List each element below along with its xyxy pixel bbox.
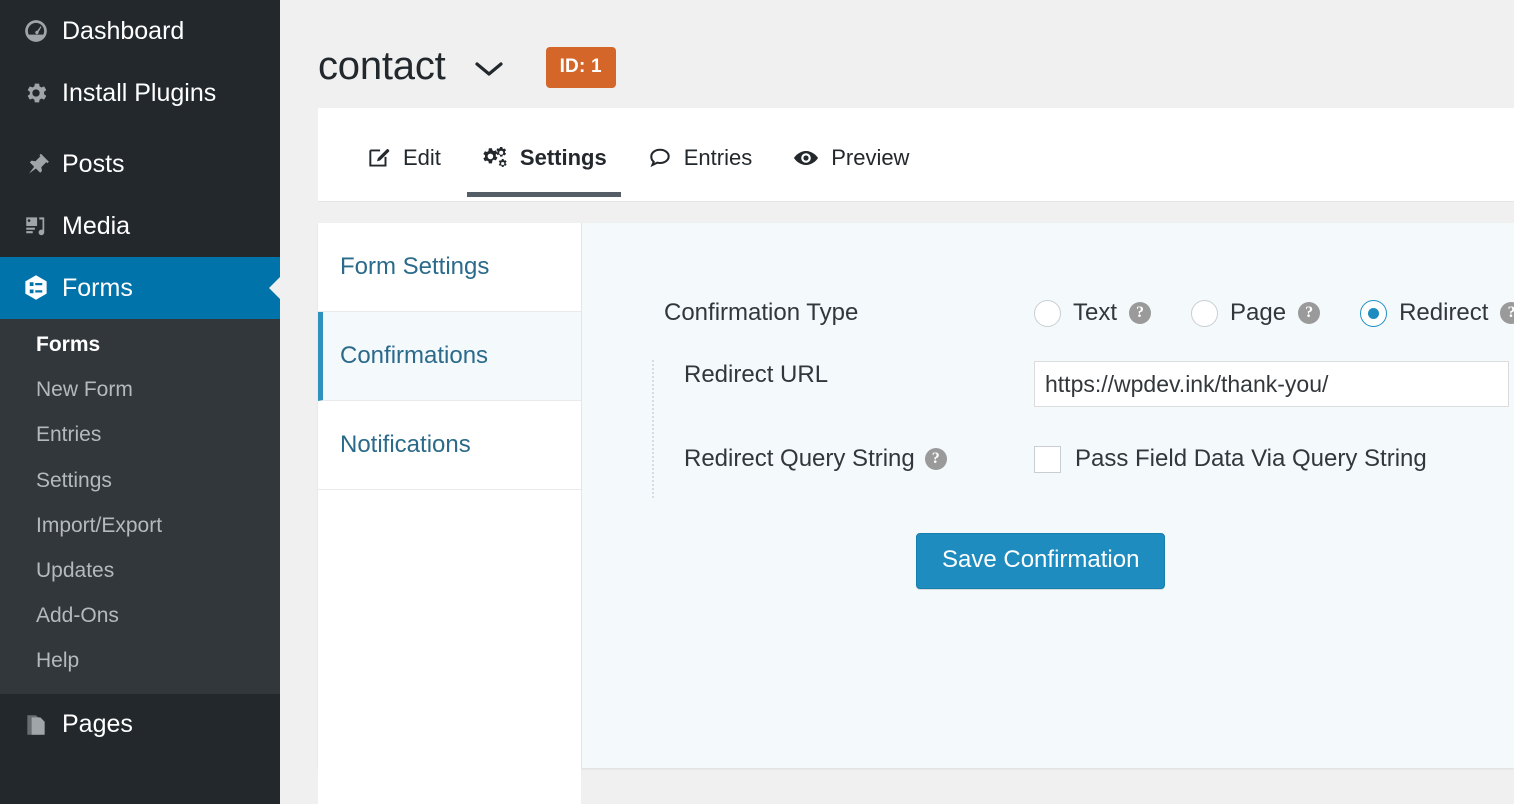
sidebar-item-label: Posts [62, 150, 125, 179]
submenu-item-add-ons[interactable]: Add-Ons [0, 593, 280, 638]
help-icon[interactable]: ? [1129, 302, 1151, 324]
sidebar-item-media[interactable]: Media [0, 195, 280, 257]
sidebar-item-install-plugins[interactable]: Install Plugins [0, 62, 280, 124]
forms-submenu: Forms New Form Entries Settings Import/E… [0, 319, 280, 694]
help-icon[interactable]: ? [925, 448, 947, 470]
confirmation-type-label: Confirmation Type [664, 299, 1034, 327]
settings-nav-item-notifications[interactable]: Notifications [318, 401, 581, 490]
form-tabbar: Edit Settings Entries [318, 108, 1514, 202]
form-id-badge: ID: 1 [546, 47, 616, 88]
dashboard-icon [10, 18, 62, 44]
submenu-item-new-form[interactable]: New Form [0, 367, 280, 412]
submenu-item-forms[interactable]: Forms [0, 322, 280, 367]
admin-sidebar: Dashboard Install Plugins Posts Media [0, 0, 280, 804]
confirmation-type-radio-group: Text ? Page ? Redirect ? [1034, 299, 1514, 327]
gears-icon [481, 145, 509, 171]
pin-icon [10, 151, 62, 177]
radio-label-redirect: Redirect [1399, 299, 1488, 327]
sidebar-item-label: Dashboard [62, 17, 184, 46]
redirect-url-row: Redirect URL [582, 361, 1514, 407]
save-button-row: Save Confirmation [582, 533, 1514, 589]
tab-label: Preview [831, 145, 909, 171]
radio-redirect[interactable] [1360, 300, 1387, 327]
form-header: contact ID: 1 [280, 0, 1514, 108]
radio-text[interactable] [1034, 300, 1061, 327]
redirect-query-string-label: Redirect Query String ? [684, 445, 1034, 473]
radio-option-redirect[interactable]: Redirect ? [1360, 299, 1514, 327]
tab-preview[interactable]: Preview [772, 145, 929, 201]
radio-label-text: Text [1073, 299, 1117, 327]
settings-panel: Form Settings Confirmations Notification… [318, 223, 1514, 768]
sidebar-divider [0, 124, 280, 133]
submenu-item-import-export[interactable]: Import/Export [0, 503, 280, 548]
submenu-item-settings[interactable]: Settings [0, 458, 280, 503]
submenu-item-help[interactable]: Help [0, 638, 280, 683]
tab-label: Edit [403, 145, 441, 171]
settings-nav: Form Settings Confirmations Notification… [318, 223, 582, 768]
comment-icon [647, 145, 673, 171]
page-title: contact [318, 46, 446, 86]
settings-nav-filler [318, 490, 581, 804]
confirmation-settings-form: Confirmation Type Text ? Page ? Re [582, 223, 1514, 768]
sidebar-item-forms[interactable]: Forms [0, 257, 280, 319]
pages-icon [10, 712, 62, 738]
forms-icon [10, 273, 62, 303]
pass-field-data-checkbox-wrap[interactable]: Pass Field Data Via Query String [1034, 445, 1427, 473]
sidebar-item-label: Pages [62, 710, 133, 739]
tab-entries[interactable]: Entries [627, 145, 772, 201]
settings-nav-item-form-settings[interactable]: Form Settings [318, 223, 581, 312]
sidebar-item-label: Media [62, 212, 130, 241]
settings-nav-item-confirmations[interactable]: Confirmations [318, 312, 581, 401]
pass-field-data-label: Pass Field Data Via Query String [1075, 445, 1427, 473]
tab-edit[interactable]: Edit [346, 145, 461, 201]
redirect-query-string-label-text: Redirect Query String [684, 445, 915, 473]
main-content: contact ID: 1 Edit [280, 0, 1514, 804]
help-icon[interactable]: ? [1500, 302, 1514, 324]
tab-label: Entries [684, 145, 752, 171]
radio-label-page: Page [1230, 299, 1286, 327]
eye-icon [792, 145, 820, 171]
confirmation-type-row: Confirmation Type Text ? Page ? Re [582, 299, 1514, 327]
help-icon[interactable]: ? [1298, 302, 1320, 324]
save-confirmation-button[interactable]: Save Confirmation [916, 533, 1165, 589]
field-group-divider [652, 360, 654, 498]
sidebar-item-posts[interactable]: Posts [0, 133, 280, 195]
sidebar-item-label: Forms [62, 274, 133, 303]
submenu-item-entries[interactable]: Entries [0, 412, 280, 457]
media-icon [10, 213, 62, 239]
sidebar-item-pages[interactable]: Pages [0, 694, 280, 756]
redirect-url-label: Redirect URL [684, 361, 1034, 389]
sidebar-item-label: Install Plugins [62, 79, 216, 108]
submenu-item-updates[interactable]: Updates [0, 548, 280, 593]
pass-field-data-checkbox[interactable] [1034, 446, 1061, 473]
radio-option-text[interactable]: Text ? [1034, 299, 1151, 327]
radio-option-page[interactable]: Page ? [1191, 299, 1320, 327]
chevron-down-icon[interactable] [472, 58, 506, 80]
redirect-url-input[interactable] [1034, 361, 1509, 407]
sidebar-item-dashboard[interactable]: Dashboard [0, 0, 280, 62]
gear-icon [10, 80, 62, 106]
tab-settings[interactable]: Settings [461, 145, 627, 201]
radio-page[interactable] [1191, 300, 1218, 327]
tab-label: Settings [520, 145, 607, 171]
pencil-square-icon [366, 145, 392, 171]
redirect-query-string-row: Redirect Query String ? Pass Field Data … [582, 445, 1514, 473]
